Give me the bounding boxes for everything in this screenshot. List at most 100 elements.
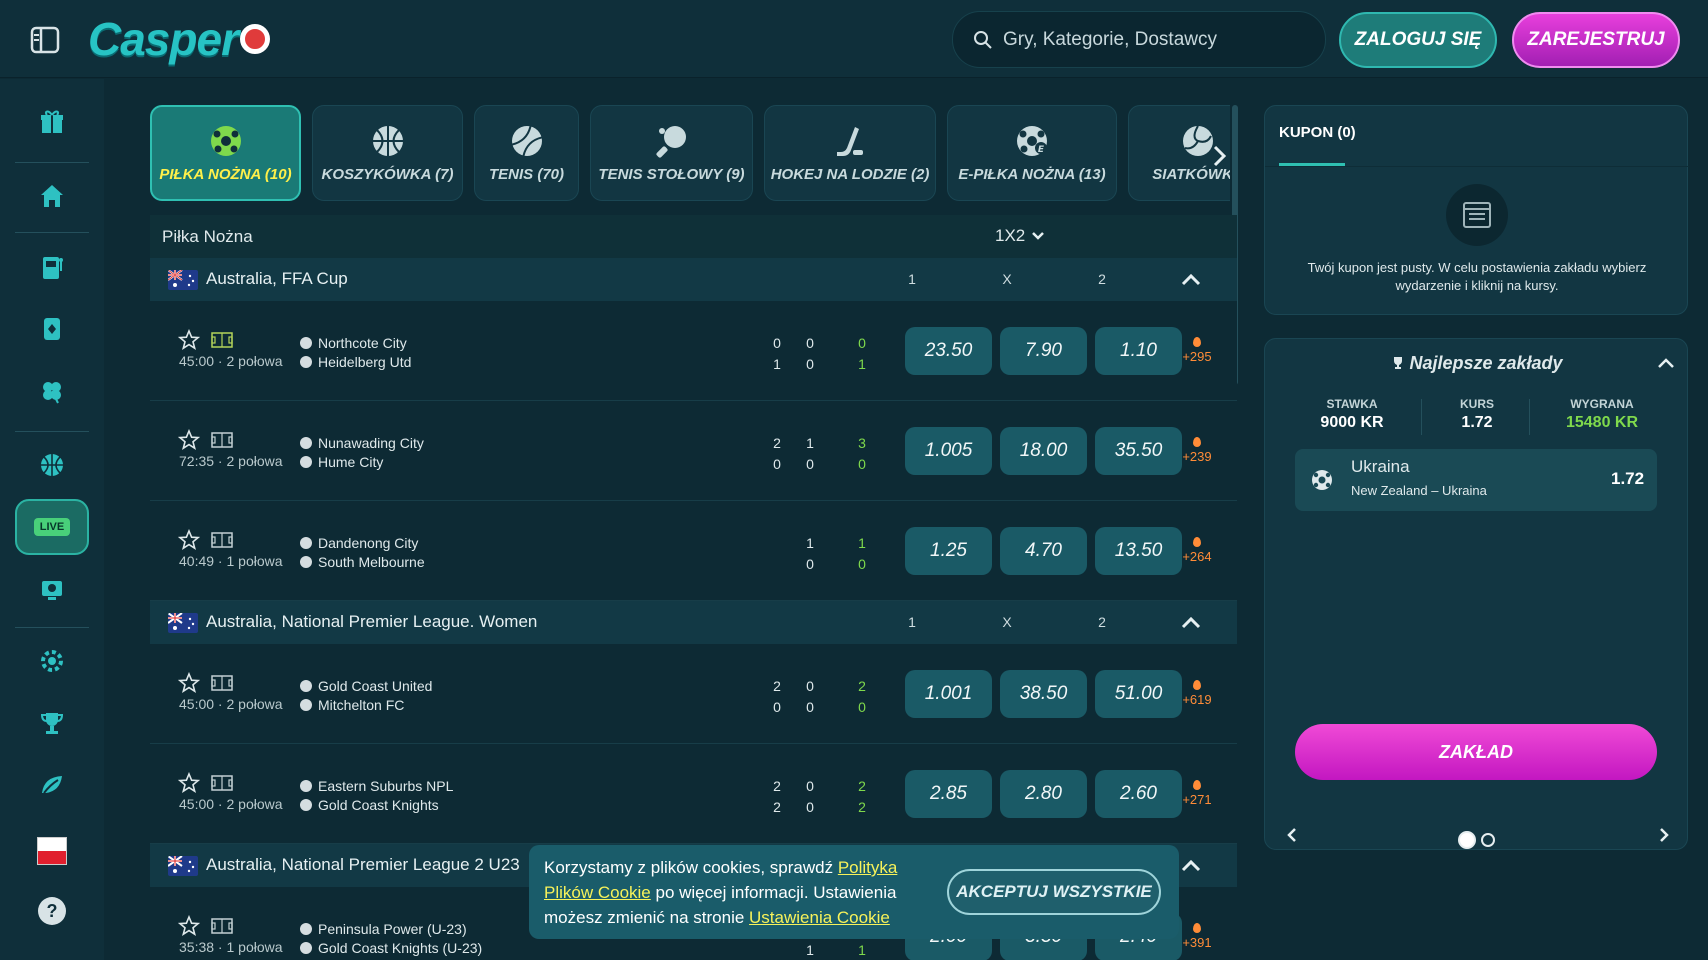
odds-button[interactable]: 38.50	[1000, 670, 1087, 718]
odds-button[interactable]: 2.60	[1095, 770, 1182, 818]
tab-ice-hockey[interactable]: HOKEJ NA LODZIE (2)	[764, 105, 936, 201]
esoccer-icon: E	[1017, 125, 1047, 156]
odds-button[interactable]: 1.25	[905, 527, 992, 575]
odds-button[interactable]: 2.85	[905, 770, 992, 818]
team-name: Mitchelton FC	[318, 697, 405, 713]
sidebar-item-home[interactable]	[15, 168, 89, 224]
team-ball-icon	[300, 437, 312, 449]
favorite-star-icon[interactable]	[178, 329, 200, 351]
sidebar-item-help[interactable]: ?	[15, 883, 89, 939]
odds-button[interactable]: 1.001	[905, 670, 992, 718]
login-button[interactable]: ZALOGUJ SIĘ	[1339, 12, 1497, 68]
favorite-star-icon[interactable]	[178, 529, 200, 551]
match-row[interactable]: 72:35 · 2 połowa Nunawading City 2 1 3 Hume C…	[150, 401, 1237, 501]
score-cell: 2	[858, 678, 866, 694]
accept-cookies-button[interactable]: AKCEPTUJ WSZYSTKIE	[947, 869, 1161, 915]
favorite-star-icon[interactable]	[178, 429, 200, 451]
chevron-up-icon[interactable]	[1180, 270, 1202, 290]
sidebar-item-bonus[interactable]	[15, 757, 89, 813]
bet-match: New Zealand – Ukraina	[1351, 483, 1487, 498]
tab-esoccer[interactable]: E E-PIŁKA NOŻNA (13)	[947, 105, 1117, 201]
pitch-stats-icon[interactable]	[211, 532, 233, 548]
best-bet-card[interactable]: Ukraina New Zealand – Ukraina 1.72	[1295, 449, 1657, 511]
popularity-count: +271	[1180, 780, 1214, 807]
odds-button[interactable]: 1.10	[1095, 327, 1182, 375]
coupon-tab-indicator	[1279, 163, 1345, 166]
tab-basketball[interactable]: KOSZYKÓWKA (7)	[312, 105, 463, 201]
match-row[interactable]: 45:00 · 2 połowa Gold Coast United 2 0 2 Mitc…	[150, 644, 1237, 744]
odds-button[interactable]: 13.50	[1095, 527, 1182, 575]
place-bet-button[interactable]: ZAKŁAD	[1295, 724, 1657, 780]
odds-button[interactable]: 4.70	[1000, 527, 1087, 575]
market-selector[interactable]: 1X2	[995, 226, 1045, 246]
cookie-settings-link[interactable]: Ustawienia Cookie	[749, 908, 890, 927]
pitch-stats-icon[interactable]	[211, 432, 233, 448]
pitch-stats-icon[interactable]	[211, 918, 233, 934]
tabs-next-icon[interactable]	[1207, 144, 1231, 168]
match-row[interactable]: 45:00 · 2 połowa Eastern Suburbs NPL 2 0 2 Go…	[150, 744, 1237, 844]
carousel-dot[interactable]	[1481, 833, 1495, 847]
sidebar-item-vip[interactable]	[15, 633, 89, 689]
sidebar-item-sports[interactable]	[15, 437, 89, 493]
register-button[interactable]: ZAREJESTRUJ	[1512, 12, 1680, 68]
team-ball-icon	[300, 942, 312, 954]
tab-tennis[interactable]: TENIS (70)	[474, 105, 579, 201]
team-ball-icon	[300, 356, 312, 368]
tab-table-tennis[interactable]: TENIS STOŁOWY (9)	[590, 105, 753, 201]
score-cell: 0	[806, 456, 814, 472]
odds-button[interactable]: 1.005	[905, 427, 992, 475]
sidebar-divider	[15, 162, 89, 163]
sidebar-item-language[interactable]	[15, 823, 89, 879]
flame-icon	[1193, 537, 1201, 547]
coupon-title[interactable]: KUPON (0)	[1279, 124, 1356, 141]
odds-button[interactable]: 7.90	[1000, 327, 1087, 375]
sidebar-item-esports[interactable]	[15, 561, 89, 617]
match-row[interactable]: 45:00 · 2 połowa Northcote City 0 0 0 Heidelb…	[150, 301, 1237, 401]
popularity-value: +264	[1182, 549, 1212, 564]
sidebar-item-tournaments[interactable]	[15, 695, 89, 751]
favorite-star-icon[interactable]	[178, 672, 200, 694]
search-input[interactable]	[1003, 28, 1303, 51]
odds-button[interactable]: 35.50	[1095, 427, 1182, 475]
chevron-right-icon[interactable]	[1657, 827, 1671, 843]
popularity-count: +391	[1180, 923, 1214, 950]
score-cell: 0	[858, 335, 866, 351]
odds-button[interactable]: 51.00	[1095, 670, 1182, 718]
pitch-stats-icon[interactable]	[211, 675, 233, 691]
score-cell: 0	[858, 456, 866, 472]
sidebar-item-lucky[interactable]	[15, 363, 89, 419]
best-bets-title: Najlepsze zakłady	[1265, 353, 1689, 374]
popularity-count: +619	[1180, 680, 1214, 707]
col-head-2: 2	[1098, 614, 1106, 630]
chevron-up-icon[interactable]	[1180, 856, 1202, 876]
sidebar-item-casino[interactable]	[15, 301, 89, 357]
search-box[interactable]	[952, 11, 1326, 68]
match-row[interactable]: 40:49 · 1 połowa Dandenong City 1 1 South Me…	[150, 501, 1237, 601]
logo[interactable]: Casper	[88, 12, 270, 66]
chevron-up-icon[interactable]	[1180, 613, 1202, 633]
carousel-dot[interactable]	[1458, 831, 1476, 849]
tab-soccer[interactable]: PIŁKA NOŻNA (10)	[150, 105, 301, 201]
odds-button[interactable]: 23.50	[905, 327, 992, 375]
chevron-left-icon[interactable]	[1285, 827, 1299, 843]
sidebar-divider	[15, 627, 89, 628]
sidebar-item-live[interactable]: LIVE	[15, 499, 89, 555]
pitch-stats-icon[interactable]	[211, 332, 233, 348]
sidebar-toggle-icon[interactable]	[30, 26, 60, 54]
odds-button[interactable]: 18.00	[1000, 427, 1087, 475]
chevron-up-icon[interactable]	[1657, 355, 1675, 371]
pitch-stats-icon[interactable]	[211, 775, 233, 791]
favorite-star-icon[interactable]	[178, 772, 200, 794]
score-cell: 0	[806, 335, 814, 351]
sidebar-item-slots[interactable]	[15, 239, 89, 295]
sidebar-item-promotions[interactable]	[15, 94, 89, 150]
cookie-text-1: Korzystamy z plików cookies, sprawdź	[544, 858, 834, 877]
popularity-count: +295	[1180, 337, 1214, 364]
odds-button[interactable]: 2.80	[1000, 770, 1087, 818]
league-header[interactable]: Australia, National Premier League. Wome…	[150, 601, 1237, 644]
league-header[interactable]: Australia, FFA Cup 1 X 2	[150, 258, 1237, 301]
sidebar-divider	[15, 431, 89, 432]
team-ball-icon	[300, 337, 312, 349]
favorite-star-icon[interactable]	[178, 915, 200, 937]
team-name: South Melbourne	[318, 554, 425, 570]
